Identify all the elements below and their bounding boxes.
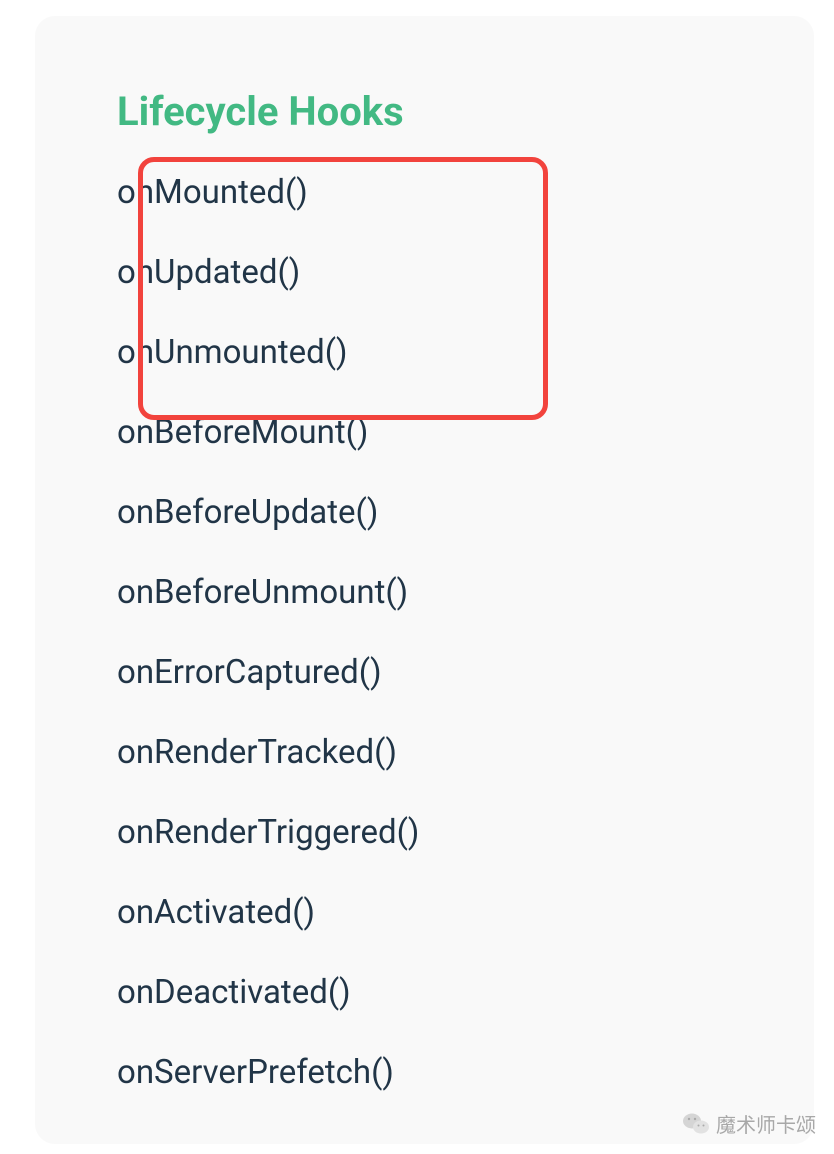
hook-item[interactable]: onBeforeUnmount() bbox=[117, 573, 736, 612]
section-title: Lifecycle Hooks bbox=[117, 88, 736, 135]
hook-item[interactable]: onMounted() bbox=[117, 173, 736, 212]
hook-item[interactable]: onRenderTriggered() bbox=[117, 813, 736, 852]
hook-item[interactable]: onRenderTracked() bbox=[117, 733, 736, 772]
hook-item[interactable]: onBeforeUpdate() bbox=[117, 493, 736, 532]
wechat-icon bbox=[682, 1112, 710, 1136]
hook-item[interactable]: onActivated() bbox=[117, 893, 736, 932]
watermark-text: 魔术师卡颂 bbox=[716, 1109, 816, 1138]
hook-item[interactable]: onDeactivated() bbox=[117, 973, 736, 1012]
hook-item[interactable]: onBeforeMount() bbox=[117, 413, 736, 452]
hooks-list: onMounted() onUpdated() onUnmounted() on… bbox=[117, 173, 736, 1092]
hook-item[interactable]: onUnmounted() bbox=[117, 333, 736, 372]
content-card: Lifecycle Hooks onMounted() onUpdated() … bbox=[35, 16, 814, 1144]
hook-item[interactable]: onErrorCaptured() bbox=[117, 653, 736, 692]
watermark: 魔术师卡颂 bbox=[682, 1109, 816, 1138]
hook-item[interactable]: onServerPrefetch() bbox=[117, 1053, 736, 1092]
hook-item[interactable]: onUpdated() bbox=[117, 253, 736, 292]
